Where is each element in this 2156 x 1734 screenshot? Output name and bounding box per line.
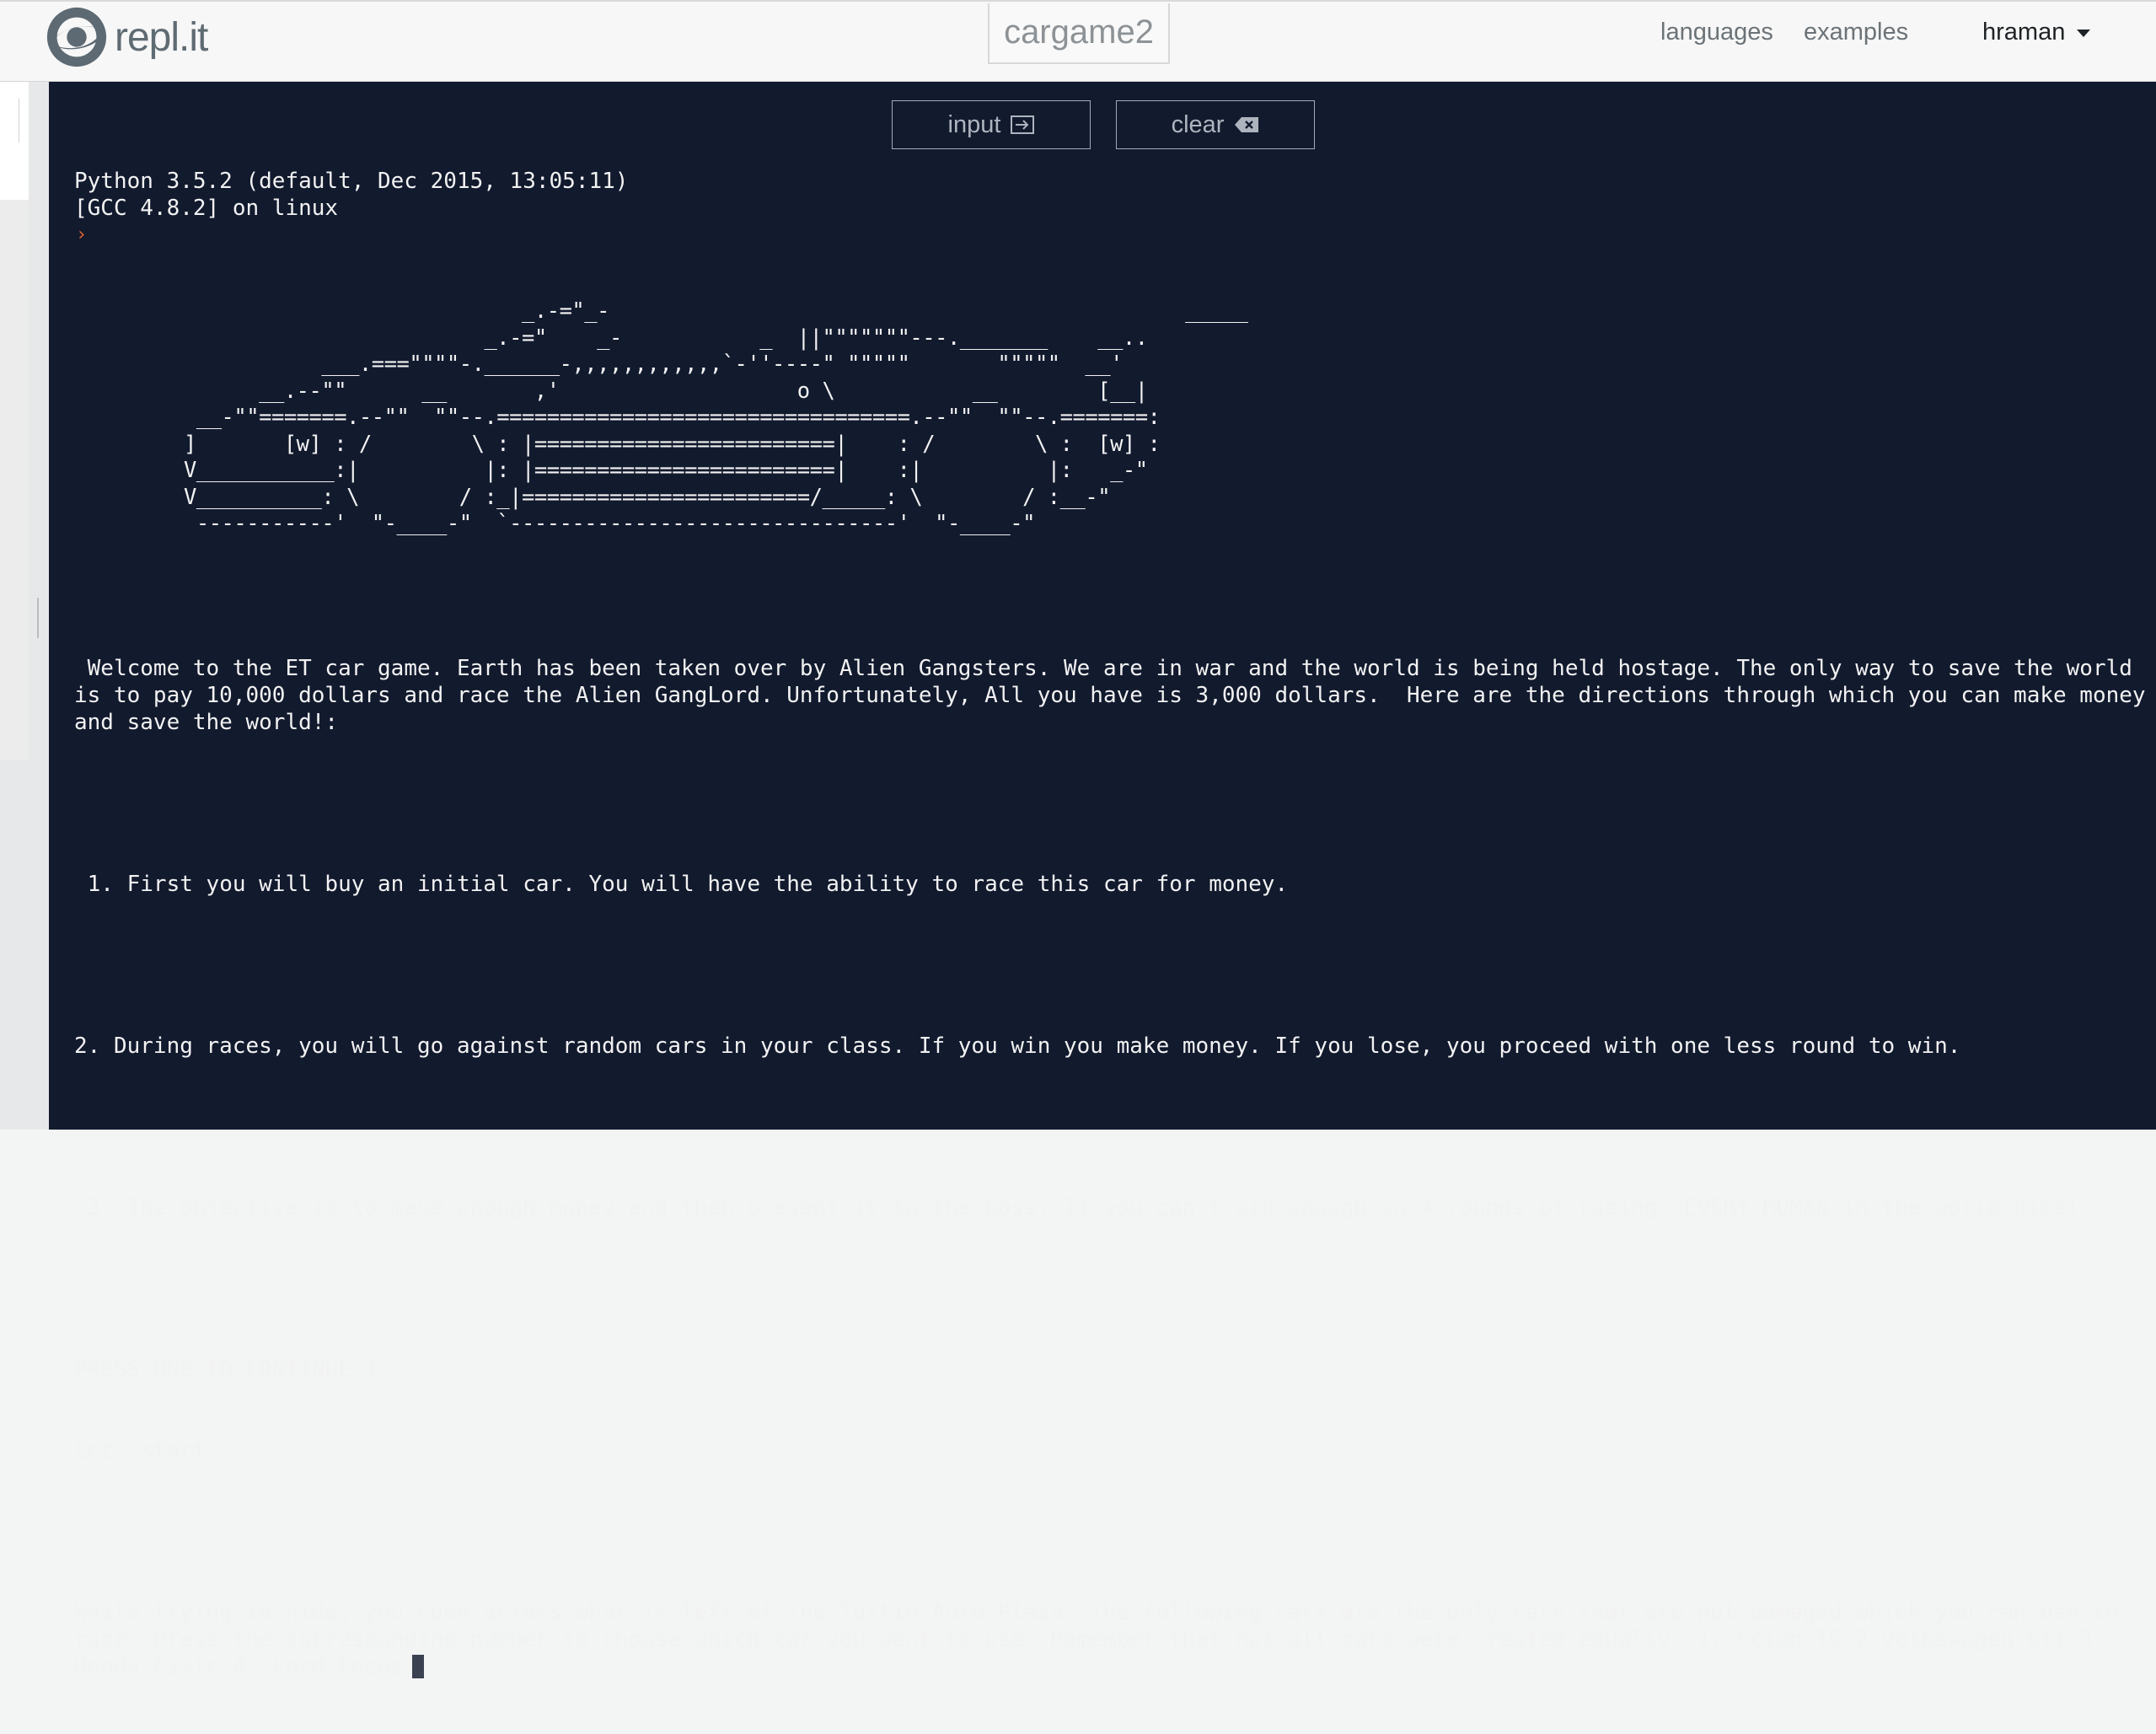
instruction-step-3: 3. The objective is to make enough money… [74, 1195, 2080, 1221]
gcc-line: [GCC 4.8.2] on linux [74, 196, 339, 221]
car-choice-prompt: While trying to hide, you come across wh… [74, 1599, 2148, 1680]
logo-text: repl.it [115, 14, 208, 60]
game-output: Welcome to the ET car game. Earth has be… [74, 601, 2148, 1734]
prompt-icon: › [76, 224, 88, 245]
user-name: hraman [1982, 19, 2066, 46]
input-button-label: input [947, 110, 1001, 138]
editor-gutter [0, 82, 29, 200]
project-name[interactable]: cargame2 [988, 3, 1170, 64]
replit-logo-icon [46, 7, 107, 67]
editor-scroll-marker [19, 99, 22, 142]
instruction-step-2: 2. During races, you will go against ran… [74, 1033, 1961, 1059]
top-navbar: repl.it cargame2 languages examples hram… [0, 0, 2156, 82]
console-panel[interactable]: input clear Python 3.5.2 (default, Dec 2… [49, 82, 2156, 1679]
input-icon [1011, 115, 1035, 134]
input-button[interactable]: input [892, 100, 1091, 149]
instruction-step-1: 1. First you will buy an initial car. Yo… [74, 872, 1289, 897]
editor-panel-collapsed [0, 82, 49, 1130]
console-header-output: Python 3.5.2 (default, Dec 2015, 13:05:1… [74, 168, 628, 222]
press-line: PRESS ONE TO CONTINUE 1 [74, 1357, 378, 1382]
text-cursor[interactable] [412, 1655, 425, 1678]
nav-link-languages[interactable]: languages [1660, 15, 1773, 49]
replit-logo[interactable]: repl.it [44, 3, 208, 71]
clear-button-label: clear [1171, 110, 1225, 138]
python-version-line: Python 3.5.2 (default, Dec 2015, 13:05:1… [74, 169, 629, 194]
ascii-car-art: _.-="_- _____ _.-=" _- _ ||"""""""---.__… [184, 298, 1248, 536]
caret-down-icon [2077, 29, 2091, 37]
backspace-icon [1235, 117, 1259, 132]
panel-resize-handle[interactable] [37, 598, 39, 638]
user-menu[interactable]: hraman [1982, 15, 2091, 49]
car-choice-text: While trying to hide, you come across wh… [74, 1600, 2132, 1679]
welcome-text: Welcome to the ET car game. Earth has be… [74, 656, 2146, 735]
nav-link-examples[interactable]: examples [1804, 15, 1908, 49]
clear-button[interactable]: clear [1116, 100, 1315, 149]
editor-area[interactable] [0, 200, 29, 760]
lets-start-line: Lets start [74, 1438, 206, 1463]
